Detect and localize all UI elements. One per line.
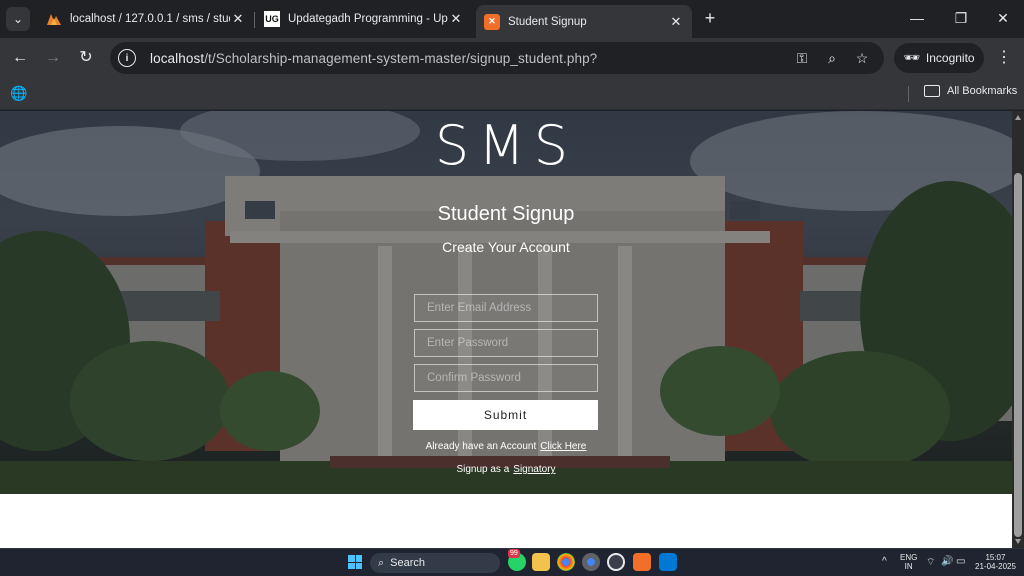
arrow-left-icon: ← [12,49,28,66]
forward-button[interactable]: → [42,47,64,69]
language-indicator[interactable]: ENG IN [900,553,917,571]
tab-title: Student Signup [508,15,587,28]
minimize-icon: — [910,10,924,26]
url-host: localhost [150,50,205,66]
new-tab-button[interactable]: + [700,8,720,28]
back-button[interactable]: ← [9,47,31,69]
chrome-icon[interactable] [557,553,575,571]
wifi-icon[interactable]: ⌔ [926,556,935,569]
url-text[interactable]: localhost/t/Scholarship-management-syste… [150,51,597,66]
submit-button[interactable]: Submit [413,400,598,430]
close-icon[interactable]: ✕ [230,11,246,27]
address-bar[interactable]: i localhost/t/Scholarship-management-sys… [110,42,884,74]
incognito-icon: 🕶 [903,50,920,65]
page-scrollbar[interactable] [1012,111,1024,548]
signatory-prompt: Signup as a Signatory [0,464,1012,475]
menu-button[interactable]: ⋮ [996,47,1012,69]
tab-title: localhost / 127.0.0.1 / sms / studen [70,13,230,25]
notification-badge: 99 [508,549,520,558]
all-bookmarks-button[interactable]: All Bookmarks [924,85,1017,97]
reload-button[interactable]: ↻ [75,47,97,69]
phpmyadmin-icon [46,11,62,27]
all-bookmarks-label: All Bookmarks [947,85,1018,97]
taskbar-search[interactable]: ⌕ Search [370,553,500,573]
restore-button[interactable]: ❐ [938,6,984,30]
site-info-icon[interactable]: i [118,49,136,67]
xampp-icon[interactable] [633,553,651,571]
hero-background: SMS Student Signup Create Your Account S… [0,111,1012,494]
folder-icon [924,85,940,97]
page-title: Student Signup [437,203,575,225]
site-logo: SMS [434,114,578,177]
confirm-password-field[interactable] [414,364,598,392]
bookmarks-bar: 🌐 All Bookmarks [0,78,1024,110]
taskbar-search-label: Search [390,557,426,569]
clock-time: 15:07 [985,553,1006,562]
xampp-icon: ✕ [484,13,500,30]
chevron-down-icon: ⌄ [12,12,24,26]
tab-student-signup[interactable]: ✕ Student Signup ✕ [476,5,692,38]
scroll-down-arrow[interactable] [1015,539,1021,544]
media-player-icon[interactable] [607,553,625,571]
incognito-badge[interactable]: 🕶 Incognito [894,43,984,73]
minimize-button[interactable]: — [894,6,940,30]
tab-strip: ⌄ localhost / 127.0.0.1 / sms / studen ✕… [0,0,1024,38]
page-content: SMS Student Signup Create Your Account S… [0,111,1012,548]
clock[interactable]: 15:07 21-04-2025 [975,553,1016,571]
login-text: Already have an Account [425,441,537,452]
login-prompt: Already have an Account Click Here [0,441,1012,452]
star-icon[interactable]: ☆ [853,49,871,67]
page-subtitle: Create Your Account [442,239,570,255]
language-code: ENG [900,553,918,562]
arrow-right-icon: → [45,49,61,66]
zoom-icon[interactable]: ⌕ [823,49,841,67]
scroll-thumb[interactable] [1014,173,1022,537]
updategadh-icon: UG [264,11,280,27]
globe-icon[interactable]: 🌐 [10,85,27,101]
windows-start-icon[interactable] [348,555,362,569]
signatory-link[interactable]: Signatory [513,464,555,475]
scroll-up-arrow[interactable] [1015,115,1021,120]
plus-icon: + [704,8,716,28]
tab-search-button[interactable]: ⌄ [6,7,30,31]
login-link[interactable]: Click Here [540,441,586,452]
browser-toolbar: ← → ↻ i localhost/t/Scholarship-manageme… [0,38,1024,78]
tray-overflow-icon[interactable]: ^ [882,556,887,567]
email-field[interactable] [414,294,598,322]
chrome-incognito-icon[interactable] [582,553,600,571]
tab-separator [254,12,255,28]
battery-icon[interactable]: ▭ [956,556,965,567]
signatory-text: Signup as a [456,464,510,475]
url-path: /t/Scholarship-management-system-master/… [204,50,598,66]
bookmarks-separator [908,86,909,102]
close-window-button[interactable]: ✕ [980,6,1024,30]
reload-icon: ↻ [79,49,93,66]
windows-taskbar: ⌕ Search 99 ^ ENG IN ⌔ 🔊 ▭ 15:07 21-04-2… [0,548,1024,576]
close-icon[interactable]: ✕ [448,11,464,27]
file-explorer-icon[interactable] [532,553,550,571]
more-vert-icon: ⋮ [996,49,1012,66]
tab-updategadh[interactable]: UG Updategadh Programming - Upda ✕ [256,5,472,33]
close-icon[interactable]: ✕ [668,14,684,30]
volume-icon[interactable]: 🔊 [941,556,953,567]
vscode-icon[interactable] [659,553,677,571]
tab-phpmyadmin[interactable]: localhost / 127.0.0.1 / sms / studen ✕ [38,5,254,33]
search-icon: ⌕ [378,556,385,569]
restore-icon: ❐ [954,10,968,26]
close-icon: ✕ [997,10,1009,26]
key-icon[interactable]: ⚿ [793,49,811,67]
tab-title: Updategadh Programming - Upda [288,13,448,25]
incognito-label: Incognito [925,51,975,65]
password-field[interactable] [414,329,598,357]
clock-date: 21-04-2025 [975,562,1016,571]
region-code: IN [904,562,913,571]
